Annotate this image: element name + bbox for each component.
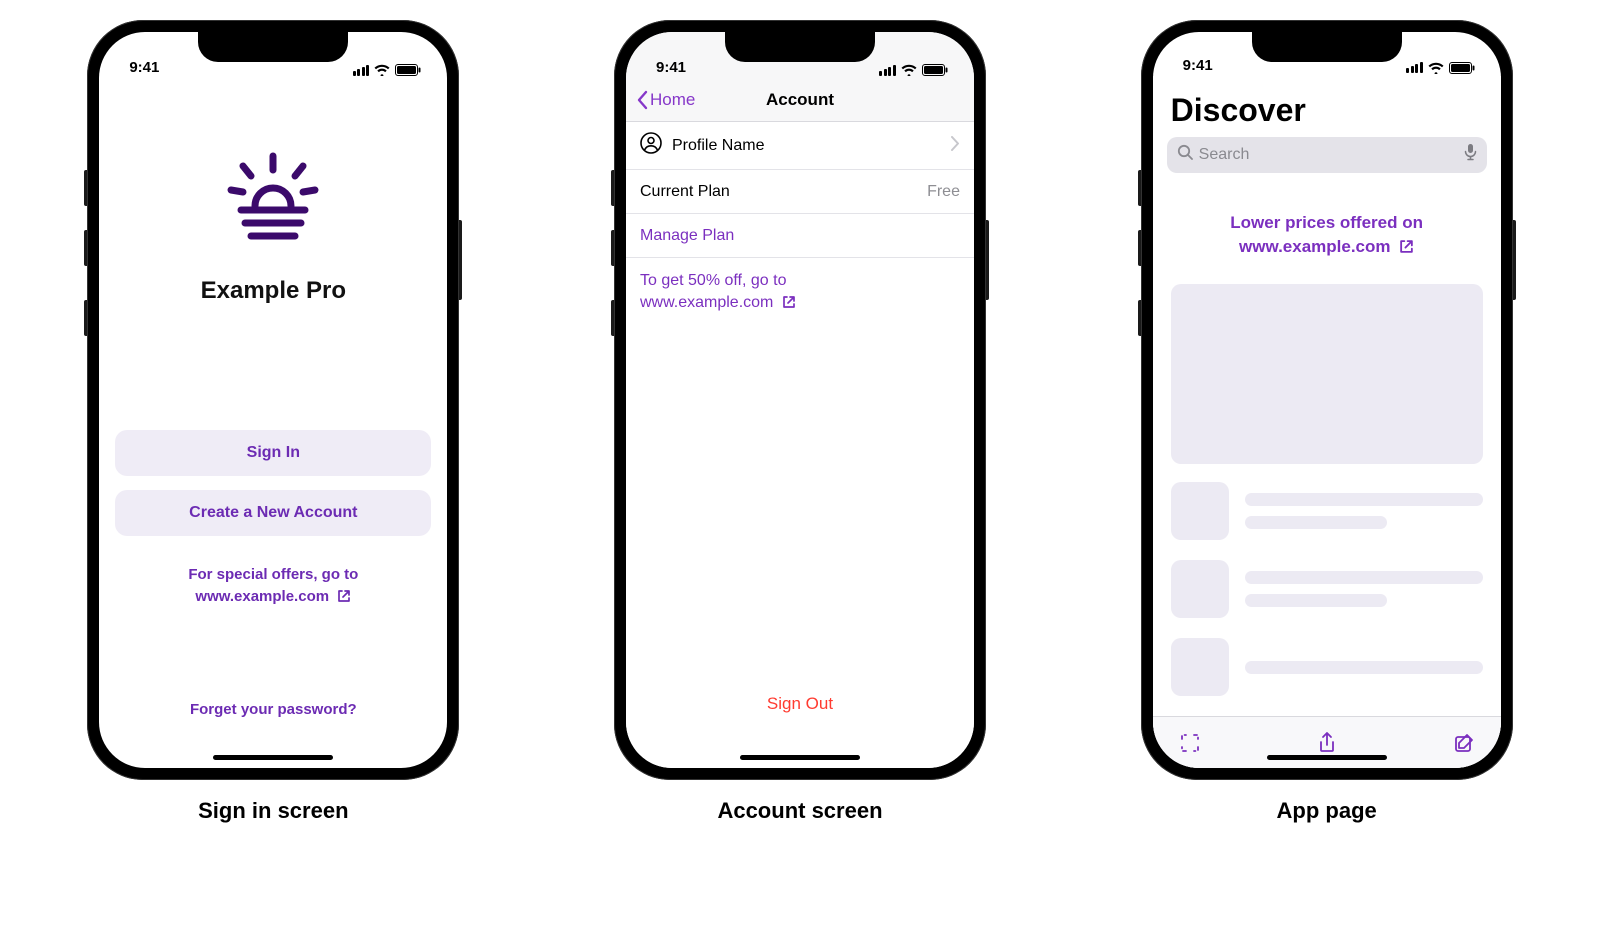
status-right [1406,62,1475,74]
wifi-icon [901,64,917,76]
promo-line1: Lower prices offered on [1230,213,1423,232]
cellular-icon [1406,62,1423,73]
placeholder-line [1245,516,1388,529]
status-time: 9:41 [1183,57,1213,74]
compose-icon[interactable] [1451,730,1477,756]
placeholder-row [1171,560,1483,618]
account-promo-link[interactable]: To get 50% off, go to www.example.com [626,258,974,329]
promo-line1: To get 50% off, go to [640,272,786,289]
phone-frame-account: 9:41 Home [614,20,986,780]
placeholder-thumb [1171,482,1229,540]
profile-name-label: Profile Name [672,137,945,155]
notch [1252,32,1402,62]
current-plan-row: Current Plan Free [626,170,974,214]
search-input[interactable] [1199,146,1458,164]
home-indicator [740,755,860,760]
home-indicator [1267,755,1387,760]
status-right [879,64,948,76]
placeholder-line [1245,661,1483,674]
mic-icon[interactable] [1464,143,1477,166]
current-plan-label: Current Plan [640,183,927,201]
special-offers-link[interactable]: For special offers, go to www.example.co… [188,564,358,608]
caption-signin: Sign in screen [198,798,348,824]
signin-column: 9:41 [87,20,459,824]
search-field[interactable] [1167,137,1487,173]
nav-bar: Home Account [626,78,974,122]
placeholder-row [1171,638,1483,696]
tab-bar [1153,716,1501,768]
manage-plan-label: Manage Plan [640,227,734,245]
phone-frame-signin: 9:41 [87,20,459,780]
placeholder-line [1245,493,1483,506]
promo-line2: www.example.com [640,294,773,311]
current-plan-value: Free [927,183,960,201]
placeholder-line [1245,571,1483,584]
create-account-button[interactable]: Create a New Account [115,490,431,536]
discover-body: Discover [1153,76,1501,768]
placeholder-thumb [1171,560,1229,618]
placeholder-card [1171,284,1483,464]
status-time: 9:41 [656,59,686,76]
notch [725,32,875,62]
wifi-icon [1428,62,1444,74]
page-title: Discover [1153,76,1501,137]
battery-icon [395,64,421,76]
signin-body: Example Pro Sign In Create a New Account… [99,78,447,768]
external-link-icon [337,589,351,603]
battery-icon [1449,62,1475,74]
sign-out-button[interactable]: Sign Out [626,694,974,714]
promo-line2: www.example.com [1239,237,1390,256]
app-title: Example Pro [201,277,346,305]
placeholder-line [1245,594,1388,607]
external-link-icon [1399,239,1414,254]
discover-promo-link[interactable]: Lower prices offered on www.example.com [1171,211,1483,260]
home-indicator [213,755,333,760]
sign-in-button[interactable]: Sign In [115,430,431,476]
external-link-icon [782,295,796,309]
wifi-icon [374,64,390,76]
chevron-left-icon [636,90,648,110]
scan-icon[interactable] [1177,730,1203,756]
search-icon [1177,144,1193,165]
discover-content[interactable]: Lower prices offered on www.example.com [1153,183,1501,716]
battery-icon [922,64,948,76]
account-column: 9:41 Home [614,20,986,824]
status-right [353,64,422,76]
cellular-icon [879,65,896,76]
status-time: 9:41 [129,59,159,76]
app-logo-icon [223,150,323,251]
profile-row[interactable]: Profile Name [626,122,974,170]
discover-column: 9:41 Discover [1141,20,1513,824]
manage-plan-link[interactable]: Manage Plan [626,214,974,258]
placeholder-thumb [1171,638,1229,696]
back-label: Home [650,90,695,110]
caption-discover: App page [1277,798,1377,824]
chevron-right-icon [951,134,960,157]
offers-line2: www.example.com [195,588,329,605]
placeholder-row [1171,482,1483,540]
share-icon[interactable] [1314,730,1340,756]
phone-frame-discover: 9:41 Discover [1141,20,1513,780]
offers-line1: For special offers, go to [188,566,358,583]
caption-account: Account screen [717,798,882,824]
notch [198,32,348,62]
account-body: Profile Name Current Plan Free Manage Pl… [626,122,974,768]
forgot-password-link[interactable]: Forget your password? [99,701,447,718]
cellular-icon [353,65,370,76]
back-button[interactable]: Home [636,90,695,110]
profile-icon [640,132,662,159]
